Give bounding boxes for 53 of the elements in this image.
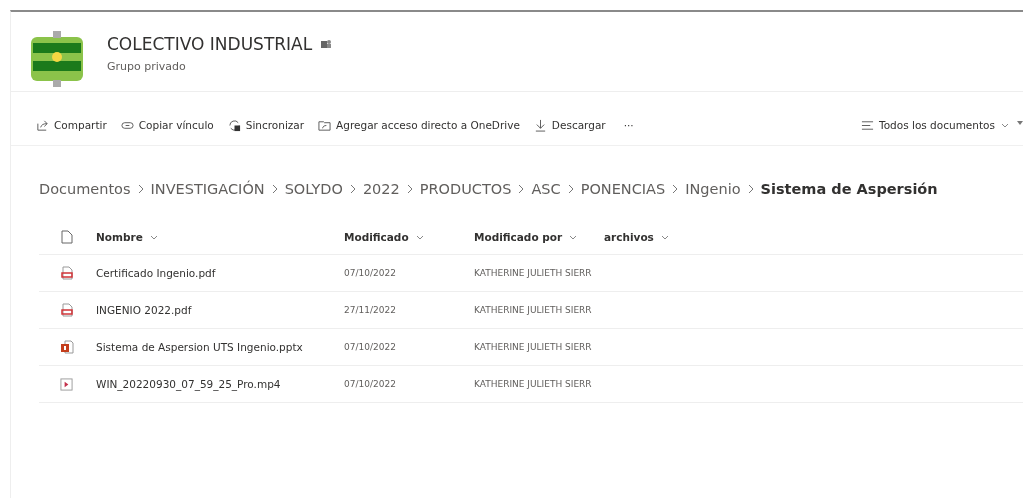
- video-file-icon: [60, 377, 73, 391]
- teams-icon[interactable]: [320, 38, 333, 50]
- download-icon: [533, 118, 547, 132]
- shortcut-icon: [318, 118, 332, 132]
- chevron-icon: [405, 183, 414, 195]
- column-header[interactable]: Modificado: [344, 231, 474, 243]
- pdf-file-icon: [60, 266, 73, 280]
- chevron-icon: [270, 183, 279, 195]
- share-icon: [36, 118, 49, 132]
- modified-date: 07/10/2022: [344, 342, 397, 352]
- modified-by: KATHERINE JULIETH SIERR: [474, 379, 593, 389]
- column-header[interactable]: Nombre: [84, 231, 344, 243]
- chevron-icon: [671, 183, 680, 195]
- modified-by: KATHERINE JULIETH SIERR: [474, 342, 593, 352]
- file-type-icon: [60, 230, 73, 244]
- file-name-link[interactable]: INGENIO 2022.pdf: [84, 304, 344, 316]
- toolbar-button[interactable]: Copiar vínculo: [113, 114, 221, 136]
- breadcrumb-link[interactable]: PRODUCTOS: [419, 181, 512, 197]
- breadcrumb-link[interactable]: INVESTIGACIÓN: [150, 181, 265, 197]
- chevron-icon: [517, 183, 526, 195]
- breadcrumb-link[interactable]: PONENCIAS: [580, 181, 666, 197]
- file-name-link[interactable]: Sistema de Aspersion UTS Ingenio.pptx: [84, 341, 344, 353]
- site-subtitle: Grupo privado: [107, 60, 187, 73]
- modified-date: 27/11/2022: [344, 305, 397, 315]
- modified-by: KATHERINE JULIETH SIERR: [474, 268, 593, 278]
- site-title: COLECTIVO INDUSTRIAL: [107, 34, 313, 54]
- chevron-icon: [746, 183, 755, 195]
- breadcrumb-link[interactable]: Documentos: [39, 181, 131, 197]
- modified-by: KATHERINE JULIETH SIERR: [474, 305, 593, 315]
- toolbar-button[interactable]: Descargar: [526, 114, 613, 136]
- sync-icon: [227, 118, 241, 132]
- menu-icon: [861, 118, 874, 132]
- modified-date: 07/10/2022: [344, 268, 397, 278]
- column-header[interactable]: archivos: [604, 231, 670, 243]
- presentation-file-icon: [59, 340, 74, 354]
- breadcrumb-link[interactable]: INgenio: [685, 181, 741, 197]
- more-button[interactable]: ···: [616, 115, 641, 135]
- toolbar-button[interactable]: Compartir: [29, 114, 114, 136]
- breadcrumb-link[interactable]: 2022: [362, 181, 400, 197]
- chevron-icon: [348, 183, 357, 195]
- file-name-link[interactable]: WIN_20220930_07_59_25_Pro.mp4: [84, 378, 344, 390]
- breadcrumb-link[interactable]: ASC: [531, 181, 561, 197]
- column-header[interactable]: Modificado por: [474, 231, 604, 243]
- pdf-file-icon: [60, 303, 73, 317]
- file-name-link[interactable]: Certificado Ingenio.pdf: [84, 267, 344, 279]
- toolbar-button[interactable]: Agregar acceso directo a OneDrive: [311, 114, 527, 136]
- view-dropdown[interactable]: Todos los documentos: [854, 114, 1017, 136]
- chevron-icon: [136, 183, 145, 195]
- modified-date: 07/10/2022: [344, 379, 397, 389]
- breadcrumb-current: Sistema de Aspersión: [760, 181, 938, 197]
- chevron-icon: [566, 183, 575, 195]
- toolbar-button[interactable]: Sincronizar: [220, 114, 312, 136]
- breadcrumb-link[interactable]: SOLYDO: [284, 181, 343, 197]
